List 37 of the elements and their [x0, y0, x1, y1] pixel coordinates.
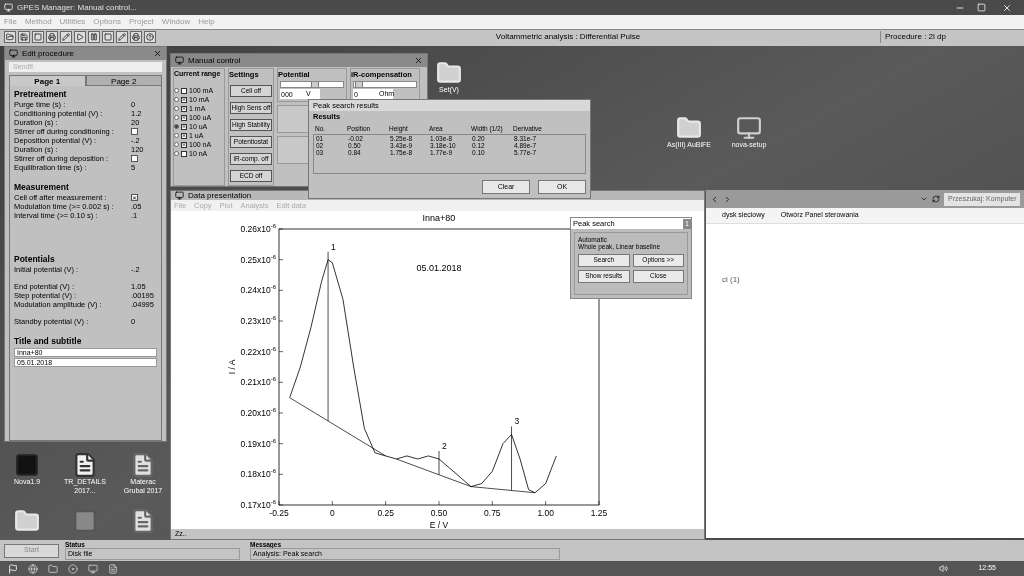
tick-label: 1.00 [537, 508, 554, 518]
section-heading: Pretreatment [14, 89, 68, 100]
status-text: Voltammetric analysis : Differential Pulse [494, 31, 642, 43]
chart-date: 05.01.2018 [416, 263, 462, 273]
tick-label: 0.25x10$^{-6}$ [240, 253, 276, 265]
window-title: Edit procedure [22, 49, 75, 58]
section-heading: Title and subtitle [14, 336, 83, 347]
tick-label: 0.20x10$^{-6}$ [240, 407, 276, 418]
tick-label: 0.75 [484, 508, 501, 518]
tick-label: 0.26x10$^{-6}$ [240, 223, 276, 234]
peak-label: 1 [331, 241, 336, 252]
tick-label: 0.17x10$^{-6}$ [240, 499, 276, 510]
tick-label: 0 [329, 508, 335, 518]
window-title: Manual control [188, 56, 241, 65]
axis-label: E / V [429, 520, 449, 529]
tick-label: 0.21x10$^{-6}$ [240, 376, 276, 388]
procedure-text: Procedure : 2l dp [880, 31, 946, 43]
group-header: ci (1) [722, 274, 741, 286]
tab[interactable]: Page 1 [9, 75, 86, 86]
window-title: Data presentation [188, 191, 252, 200]
tick-label: 1.25 [590, 508, 608, 518]
axis-label: I / A [227, 359, 237, 375]
tick-label: -0.25 [269, 508, 289, 518]
tick-label: 0.23x10$^{-6}$ [240, 315, 276, 326]
tick-label: 0.19x10$^{-6}$ [240, 437, 276, 449]
tick-label: 0.22x10$^{-6}$ [240, 345, 276, 357]
chart-title: Inna+80 [422, 213, 456, 223]
window-title: GPES Manager: Manual control... [17, 1, 137, 14]
tick-label: 0.24x10$^{-6}$ [240, 284, 276, 296]
tick-label: 0.18x10$^{-6}$ [240, 468, 276, 480]
tick-label: 0.50 [430, 508, 448, 518]
tab[interactable]: Page 2 [85, 75, 162, 86]
tick-label: 0.25 [377, 508, 394, 518]
section-heading: Measurement [14, 182, 70, 193]
peak-label: 2 [442, 441, 447, 451]
section-heading: Potentials [14, 254, 56, 265]
peak-label: 3 [514, 416, 520, 427]
